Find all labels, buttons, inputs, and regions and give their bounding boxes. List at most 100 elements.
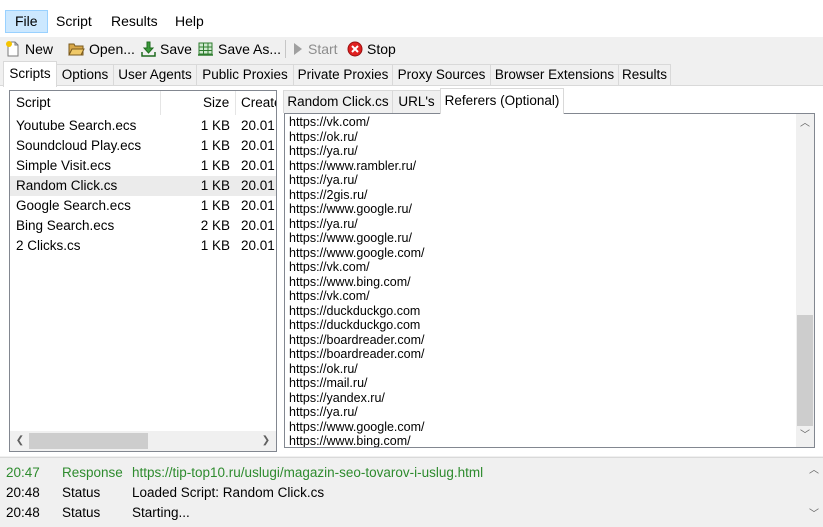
log-time: 20:47 bbox=[6, 465, 40, 480]
script-list-row[interactable]: Soundcloud Play.ecs 1 KB 20.01. bbox=[10, 136, 276, 156]
log-scrollbar[interactable]: ︿ ﹀ bbox=[806, 458, 823, 527]
referer-line: https://duckduckgo.com bbox=[289, 318, 421, 332]
menu-help[interactable]: Help bbox=[166, 10, 213, 33]
referer-line: https://vk.com/ bbox=[289, 115, 370, 129]
referer-line: https://ya.ru/ bbox=[289, 144, 358, 158]
vertical-scrollbar[interactable]: ︿ ﹀ bbox=[796, 114, 814, 447]
menu-results[interactable]: Results bbox=[102, 10, 167, 33]
log-message: https://tip-top10.ru/uslugi/magazin-seo-… bbox=[132, 465, 484, 480]
save-label: Save bbox=[160, 41, 192, 57]
script-list-row[interactable]: 2 Clicks.cs 1 KB 20.01. bbox=[10, 236, 276, 256]
script-list-row[interactable]: Bing Search.ecs 2 KB 20.01. bbox=[10, 216, 276, 236]
tab-public-proxies[interactable]: Public Proxies bbox=[196, 64, 294, 86]
log-message: Starting... bbox=[132, 505, 190, 520]
log-message: Loaded Script: Random Click.cs bbox=[132, 485, 325, 500]
script-list-row[interactable]: Google Search.ecs 1 KB 20.01. bbox=[10, 196, 276, 216]
stop-button[interactable]: Stop bbox=[347, 37, 396, 61]
referer-line: https://yandex.ru/ bbox=[289, 390, 385, 405]
scroll-down-icon[interactable]: ﹀ bbox=[806, 507, 822, 523]
new-label: New bbox=[25, 41, 54, 57]
stop-icon bbox=[347, 41, 363, 57]
column-header-script[interactable]: Script bbox=[16, 91, 156, 115]
new-button[interactable]: New bbox=[5, 37, 53, 61]
save-as-label: Save As... bbox=[218, 41, 282, 57]
tab-urls[interactable]: URL's bbox=[392, 90, 441, 113]
tab-scripts[interactable]: Scripts bbox=[3, 61, 57, 87]
script-name: Youtube Search.ecs bbox=[16, 118, 137, 133]
scroll-right-icon[interactable]: ❯ bbox=[258, 431, 274, 451]
column-header-created[interactable]: Create bbox=[241, 91, 276, 115]
menu-script[interactable]: Script bbox=[47, 10, 101, 33]
referer-line: https://www.google.com/ bbox=[289, 245, 425, 260]
script-list-row[interactable]: Youtube Search.ecs 1 KB 20.01. bbox=[10, 116, 276, 136]
column-separator[interactable] bbox=[235, 91, 236, 115]
referer-line: https://www.google.com/ bbox=[289, 419, 425, 434]
script-size: 1 KB bbox=[200, 138, 230, 153]
log-type: Status bbox=[62, 485, 101, 500]
script-list[interactable]: Script Size Create Youtube Search.ecs 1 K… bbox=[9, 90, 277, 452]
log-row[interactable]: 20:47 Response https://tip-top10.ru/uslugi… bbox=[0, 463, 800, 483]
save-button[interactable]: Save bbox=[141, 37, 192, 61]
referer-line: https://vk.com/ bbox=[289, 289, 370, 303]
script-created: 20.01. bbox=[241, 138, 276, 153]
tab-browser-extensions[interactable]: Browser Extensions bbox=[490, 64, 619, 86]
script-created: 20.01. bbox=[241, 118, 276, 133]
referer-line: https://mail.ru/ bbox=[289, 376, 368, 390]
log-type: Response bbox=[62, 465, 123, 480]
log-row[interactable]: 20:48 Status Loaded Script: Random Click.c… bbox=[0, 483, 800, 503]
scrollbar-thumb[interactable] bbox=[29, 433, 148, 449]
referer-line: https://ya.ru/ bbox=[289, 405, 358, 419]
referers-textbox[interactable]: https://vk.com/https://ok.ru/https://ya.… bbox=[284, 113, 815, 448]
script-list-row[interactable]: Simple Visit.ecs 1 KB 20.01. bbox=[10, 156, 276, 176]
tab-options[interactable]: Options bbox=[56, 64, 114, 86]
new-document-icon bbox=[6, 41, 19, 57]
script-size: 1 KB bbox=[200, 158, 230, 173]
column-separator[interactable] bbox=[160, 91, 161, 115]
referer-line: https://www.google.ru/ bbox=[289, 202, 412, 216]
tab-private-proxies[interactable]: Private Proxies bbox=[293, 64, 393, 86]
menu-bar: File Script Results Help bbox=[0, 0, 823, 37]
log-type: Status bbox=[62, 505, 101, 520]
horizontal-scrollbar[interactable]: ❮ ❯ bbox=[10, 431, 276, 451]
script-size: 1 KB bbox=[200, 238, 230, 253]
script-name: Simple Visit.ecs bbox=[16, 158, 112, 173]
scroll-down-icon[interactable]: ﹀ bbox=[797, 428, 813, 444]
referer-line: https://boardreader.com/ bbox=[289, 332, 425, 347]
log-row[interactable]: 20:48 Status Starting... bbox=[0, 503, 800, 523]
column-header-size[interactable]: Size bbox=[203, 91, 233, 115]
referer-line: https://ya.ru/ bbox=[289, 173, 358, 187]
referer-line: https://www.bing.com/ bbox=[289, 434, 411, 448]
scroll-up-icon[interactable]: ︿ bbox=[806, 463, 822, 479]
referer-line: https://2gis.ru/ bbox=[289, 187, 368, 202]
open-button[interactable]: Open... bbox=[68, 37, 135, 61]
script-name: Soundcloud Play.ecs bbox=[16, 138, 142, 153]
save-as-button[interactable]: Save As... bbox=[197, 37, 281, 61]
tab-referers[interactable]: Referers (Optional) bbox=[440, 88, 564, 114]
referer-line: https://ya.ru/ bbox=[289, 216, 358, 231]
script-created: 20.01. bbox=[241, 158, 276, 173]
script-created: 20.01. bbox=[241, 178, 276, 193]
script-list-row[interactable]: Random Click.cs 1 KB 20.01. bbox=[10, 176, 276, 196]
open-label: Open... bbox=[89, 41, 135, 57]
tab-results[interactable]: Results bbox=[618, 64, 671, 86]
referers-lines: https://vk.com/https://ok.ru/https://ya.… bbox=[289, 115, 795, 448]
play-icon bbox=[294, 43, 302, 55]
scrollbar-thumb[interactable] bbox=[797, 315, 813, 426]
tab-proxy-sources[interactable]: Proxy Sources bbox=[392, 64, 491, 86]
referer-line: https://ok.ru/ bbox=[289, 361, 358, 376]
script-name: Google Search.ecs bbox=[16, 198, 131, 213]
log-time: 20:48 bbox=[6, 505, 40, 520]
script-size: 2 KB bbox=[200, 218, 230, 233]
tab-script-source[interactable]: Random Click.cs bbox=[283, 90, 393, 113]
editor-tab-strip: Random Click.cs URL's Referers (Optional… bbox=[283, 88, 583, 114]
start-button[interactable]: Start bbox=[292, 37, 338, 61]
script-created: 20.01. bbox=[241, 218, 276, 233]
referer-line: https://vk.com/ bbox=[289, 260, 370, 274]
menu-file[interactable]: File bbox=[5, 10, 48, 33]
tab-user-agents[interactable]: User Agents bbox=[113, 64, 197, 86]
scroll-up-icon[interactable]: ︿ bbox=[797, 116, 813, 132]
scroll-left-icon[interactable]: ❮ bbox=[12, 431, 28, 451]
referer-line: https://duckduckgo.com bbox=[289, 303, 421, 318]
script-size: 1 KB bbox=[200, 178, 230, 193]
referer-line: https://ok.ru/ bbox=[289, 129, 358, 144]
